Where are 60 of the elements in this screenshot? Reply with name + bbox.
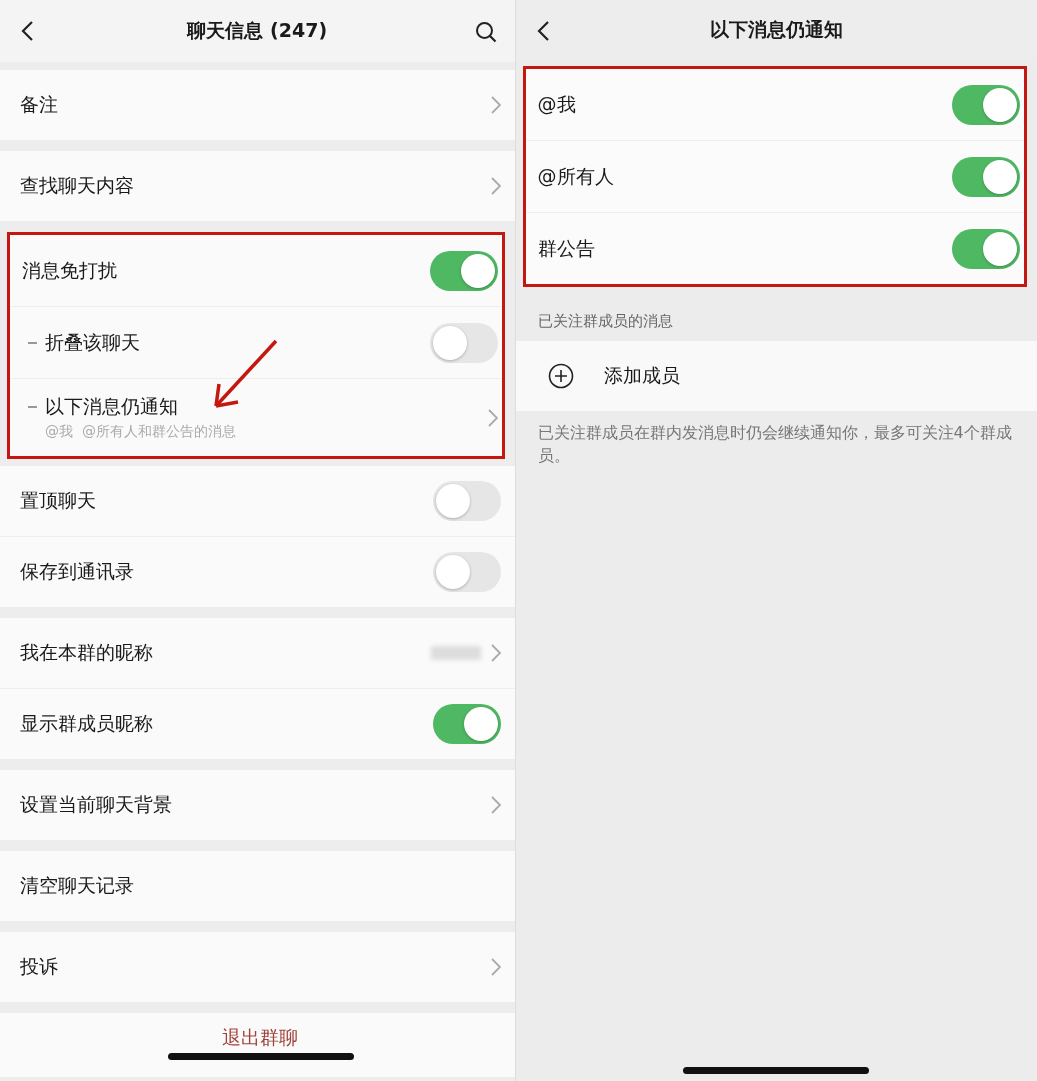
settings-row[interactable]: 以下消息仍通知 @我 @所有人和群公告的消息 [10, 379, 502, 456]
settings-row[interactable]: 群公告 [525, 213, 1024, 284]
chevron-icon [490, 96, 501, 114]
add-icon [547, 363, 574, 389]
row-label: 置顶聊天 [20, 488, 96, 513]
settings-row[interactable]: 置顶聊天 [0, 466, 515, 537]
chevron-icon [490, 644, 501, 662]
row-label: @我 [537, 91, 576, 117]
row-label: @所有人 [537, 163, 614, 189]
chevron-icon [490, 958, 501, 976]
row-label: 查找聊天内容 [20, 173, 134, 198]
row-label: 显示群成员昵称 [20, 711, 153, 736]
chevron-icon [490, 177, 501, 195]
toggle-switch[interactable] [429, 322, 498, 363]
search-icon[interactable] [474, 21, 497, 43]
section-label: 已关注群成员的消息 [536, 311, 674, 332]
toggle-switch[interactable] [429, 250, 498, 291]
settings-row[interactable]: 备注 [0, 70, 515, 140]
row-label: 折叠该聊天 [45, 329, 140, 355]
indent-dash [28, 406, 37, 408]
settings-row[interactable]: 查找聊天内容 [0, 151, 515, 221]
settings-row[interactable]: 显示群成员昵称 [0, 689, 515, 759]
settings-row[interactable]: 投诉 [0, 932, 515, 1002]
toggle-switch[interactable] [952, 84, 1020, 125]
row-label: 备注 [20, 92, 58, 117]
row-label: 以下消息仍通知 [45, 394, 178, 419]
settings-row[interactable]: 我在本群的昵称 [0, 618, 515, 689]
screen-title: 聊天信息 (247) [187, 18, 328, 43]
settings-row[interactable]: 保存到通讯录 [0, 537, 515, 607]
add-member-row[interactable]: 添加成员 [515, 341, 1037, 411]
row-label: 群公告 [537, 235, 595, 261]
toggle-switch[interactable] [952, 156, 1020, 197]
toggle-switch[interactable] [432, 552, 501, 592]
chevron-icon [487, 408, 498, 427]
settings-row[interactable]: @我 [525, 69, 1024, 141]
row-label: 投诉 [20, 954, 58, 979]
settings-row[interactable]: 设置当前聊天背景 [0, 770, 515, 840]
settings-row[interactable]: 清空聊天记录 [0, 851, 515, 921]
settings-row[interactable]: 退出群聊 [0, 1013, 515, 1077]
row-label: 设置当前聊天背景 [20, 792, 172, 817]
row-label: 添加成员 [603, 363, 680, 388]
screen-title: 以下消息仍通知 [709, 17, 843, 42]
settings-row[interactable]: 折叠该聊天 [10, 307, 502, 379]
chevron-icon [490, 796, 501, 814]
blurred-nickname [430, 646, 481, 660]
row-detail: @我 @所有人和群公告的消息 [44, 423, 237, 441]
row-label: 消息免打扰 [22, 257, 117, 283]
indent-dash [28, 341, 37, 344]
row-label: 保存到通讯录 [20, 559, 134, 584]
row-label: 清空聊天记录 [20, 873, 134, 898]
settings-row[interactable]: @所有人 [525, 141, 1024, 213]
toggle-switch[interactable] [432, 704, 501, 744]
back-icon[interactable] [20, 20, 34, 42]
back-icon[interactable] [535, 20, 550, 42]
row-label: 退出群聊 [222, 1025, 299, 1050]
settings-row[interactable]: 消息免打扰 [10, 235, 502, 307]
row-label: 我在本群的昵称 [20, 640, 153, 665]
footer-note: 已关注群成员在群内发消息时仍会继续通知你，最多可关注4个群成员。 [536, 422, 1013, 468]
toggle-switch[interactable] [432, 481, 501, 521]
toggle-switch[interactable] [952, 228, 1020, 269]
